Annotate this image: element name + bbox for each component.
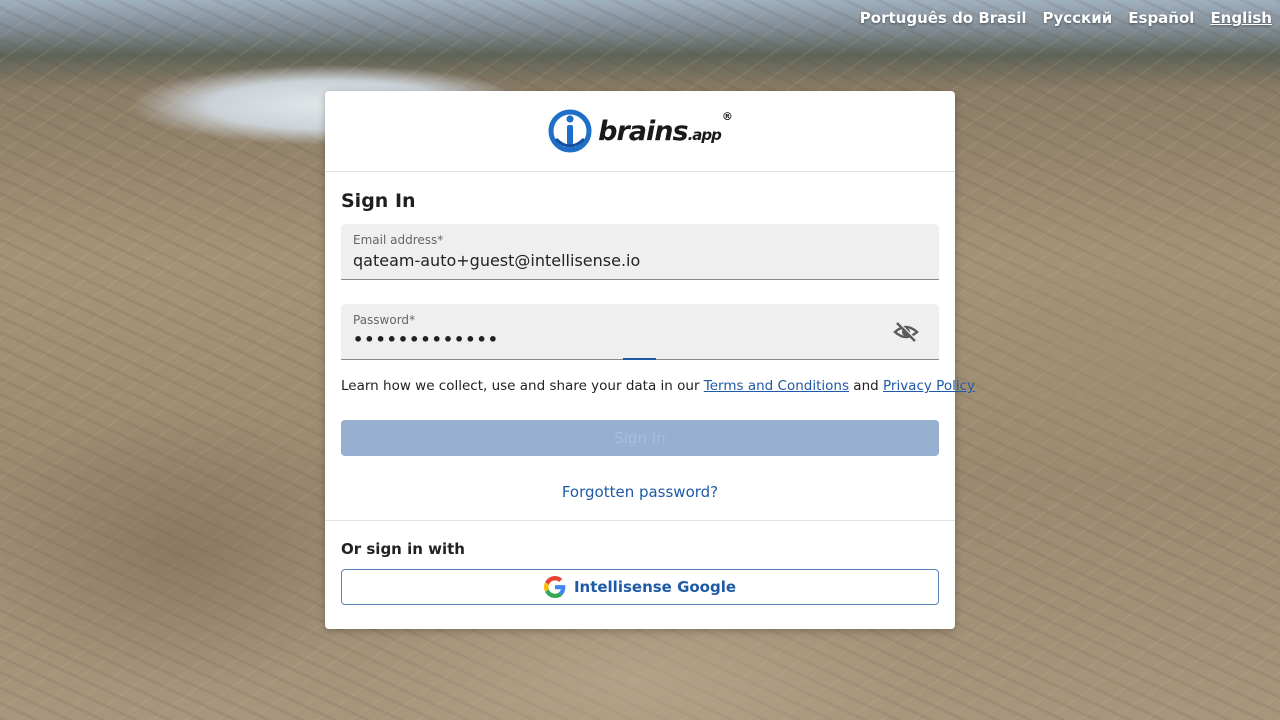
eye-off-icon[interactable] [893,321,919,343]
logo-suffix: .app [687,125,722,144]
lang-portuguese[interactable]: Português do Brasil [860,8,1027,28]
terms-notice: Learn how we collect, use and share your… [341,378,975,394]
alt-signin-heading: Or sign in with [341,540,465,558]
brains-app-logo: brains.app ® [548,109,733,153]
logo-registered-mark: ® [721,109,733,123]
terms-link[interactable]: Terms and Conditions [704,378,849,394]
privacy-link[interactable]: Privacy Policy [883,378,975,394]
email-field[interactable]: Email address* [341,224,939,280]
google-signin-label: Intellisense Google [573,578,737,596]
brains-logo-icon [548,109,592,153]
lang-spanish[interactable]: Español [1128,8,1194,28]
password-label: Password [353,313,410,327]
password-field[interactable]: Password* ••••••••••••• [341,304,939,360]
password-input[interactable]: ••••••••••••• [353,330,873,349]
lang-english[interactable]: English [1210,8,1272,28]
sign-in-button[interactable]: Sign In [341,420,939,456]
password-required-mark: * [409,313,416,327]
language-selector: Português do Brasil Русский Español Engl… [860,8,1272,28]
email-input[interactable] [353,251,873,270]
terms-and: and [849,378,883,394]
lang-russian[interactable]: Русский [1043,8,1113,28]
terms-prefix: Learn how we collect, use and share your… [341,378,704,394]
email-required-mark: * [437,233,444,247]
focus-indicator [623,358,656,360]
card-header: brains.app ® [325,91,955,172]
google-icon [543,576,566,598]
logo-text: brains [598,115,688,147]
page-title: Sign In [341,190,416,212]
signin-card: brains.app® Sign In Email address* Passw… [325,91,975,629]
google-signin-button[interactable]: Intellisense Google [341,569,939,605]
forgot-password-link[interactable]: Forgotten password? [325,483,955,501]
email-label: Email address [353,233,438,247]
divider [325,520,955,521]
